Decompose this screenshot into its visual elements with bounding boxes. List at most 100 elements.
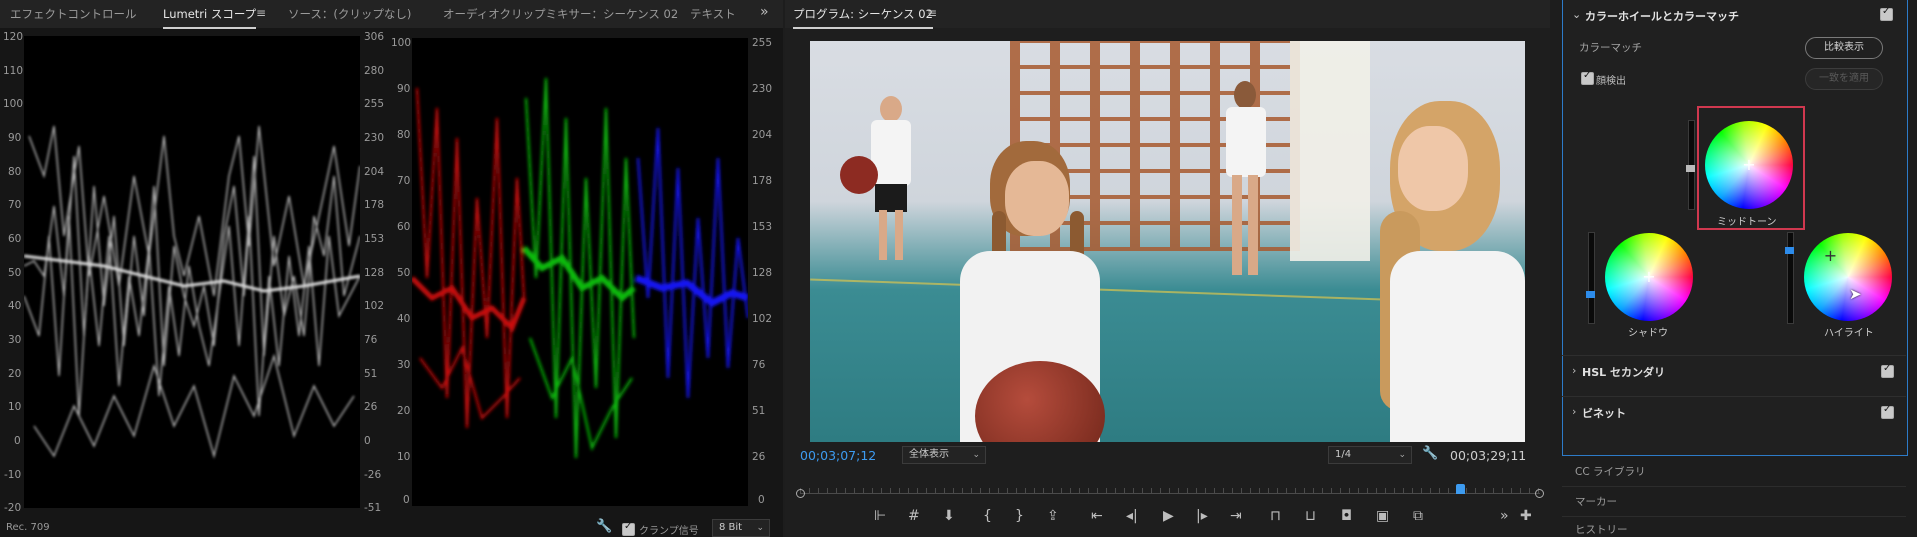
wheel-center-crosshair[interactable]: + bbox=[1824, 246, 1837, 265]
axis-tick: 60 bbox=[397, 221, 411, 233]
scope-settings-wrench-icon[interactable]: 🔧 bbox=[596, 519, 612, 534]
shadow-luma-slider[interactable] bbox=[1586, 232, 1595, 324]
apply-match-button[interactable]: 一致を適用 bbox=[1805, 68, 1883, 90]
panel-menu-icon[interactable]: ≡ bbox=[256, 6, 266, 20]
midtone-luma-slider[interactable] bbox=[1686, 120, 1695, 210]
axis-tick: 26 bbox=[752, 451, 766, 463]
tab-text[interactable]: テキスト bbox=[690, 6, 736, 22]
play-icon[interactable]: ▶ bbox=[1163, 508, 1174, 524]
axis-tick: 120 bbox=[3, 31, 24, 43]
section-label: ビネット bbox=[1582, 407, 1626, 420]
panel-menu-icon[interactable]: ≡ bbox=[927, 6, 937, 20]
axis-tick: 20 bbox=[8, 368, 22, 380]
axis-tick: 40 bbox=[397, 313, 411, 325]
toggle-proxies-icon[interactable]: ⧉ bbox=[1413, 508, 1423, 524]
more-controls-icon[interactable]: » bbox=[1500, 508, 1509, 524]
settings-wrench-icon[interactable]: 🔧 bbox=[1422, 446, 1438, 461]
shadow-color-wheel[interactable]: + bbox=[1605, 233, 1693, 321]
camera-icon[interactable]: ◘ bbox=[1341, 508, 1352, 524]
axis-tick: -10 bbox=[4, 469, 22, 481]
axis-tick: 255 bbox=[752, 37, 773, 49]
compare-view-button[interactable]: 比較表示 bbox=[1805, 37, 1883, 59]
color-match-label: カラーマッチ bbox=[1579, 42, 1642, 54]
step-back-icon[interactable]: ◂| bbox=[1126, 508, 1138, 524]
axis-tick: 100 bbox=[3, 98, 24, 110]
slider-thumb[interactable] bbox=[1586, 291, 1595, 298]
slider-thumb[interactable] bbox=[1785, 247, 1794, 254]
tab-program[interactable]: プログラム: シーケンス 02 bbox=[793, 6, 933, 29]
lower-panel-markers[interactable]: マーカー bbox=[1562, 488, 1906, 517]
add-marker-range-icon[interactable]: ⊩ bbox=[874, 508, 886, 524]
axis-tick: 40 bbox=[8, 300, 22, 312]
tab-effect-controls[interactable]: エフェクトコントロール bbox=[10, 6, 137, 22]
axis-tick: 178 bbox=[364, 199, 385, 211]
axis-tick: 50 bbox=[397, 267, 411, 279]
axis-tick: 50 bbox=[8, 267, 22, 279]
axis-tick: 70 bbox=[8, 199, 22, 211]
lift-icon[interactable]: ⊓ bbox=[1270, 508, 1281, 524]
export-frame-out-icon[interactable]: ⇪ bbox=[1047, 508, 1059, 524]
current-timecode[interactable]: 00;03;07;12 bbox=[800, 448, 876, 463]
highlight-luma-slider[interactable] bbox=[1785, 232, 1794, 324]
playhead[interactable] bbox=[1456, 484, 1466, 494]
section-enable-checkbox[interactable] bbox=[1880, 6, 1893, 21]
lower-panel-history[interactable]: ヒストリー bbox=[1562, 518, 1906, 537]
clamp-signal-checkbox[interactable] bbox=[622, 521, 635, 536]
scrub-start-handle[interactable] bbox=[796, 489, 805, 498]
zoom-fit-dropdown[interactable]: 全体表示 ⌄ bbox=[902, 446, 986, 464]
axis-tick: 102 bbox=[364, 300, 385, 312]
go-to-out-icon[interactable]: ⇥ bbox=[1230, 508, 1242, 524]
section-enable-checkbox[interactable] bbox=[1881, 363, 1894, 378]
highlight-color-wheel[interactable]: + bbox=[1804, 233, 1892, 321]
tab-lumetri-scopes[interactable]: Lumetri スコープ bbox=[163, 6, 257, 29]
slider-thumb[interactable] bbox=[1686, 165, 1695, 172]
scrub-end-handle[interactable] bbox=[1535, 489, 1544, 498]
axis-tick: 20 bbox=[397, 405, 411, 417]
face-detect-checkbox[interactable] bbox=[1581, 70, 1594, 85]
panel-label: マーカー bbox=[1575, 496, 1617, 508]
section-enable-checkbox[interactable] bbox=[1881, 404, 1894, 419]
background-child-right bbox=[1220, 81, 1270, 281]
program-video-frame[interactable] bbox=[810, 41, 1525, 442]
axis-tick: 102 bbox=[752, 313, 773, 325]
axis-tick: 10 bbox=[397, 451, 411, 463]
resolution-dropdown[interactable]: 1/4 ⌄ bbox=[1328, 446, 1412, 464]
lower-panel-cc-libraries[interactable]: CC ライブラリ bbox=[1562, 458, 1906, 487]
bit-depth-dropdown[interactable]: 8 Bit ⌄ bbox=[712, 519, 770, 537]
comparison-view-icon[interactable]: ▣ bbox=[1376, 508, 1389, 524]
extract-icon[interactable]: ⊔ bbox=[1305, 508, 1316, 524]
axis-tick: 76 bbox=[364, 334, 378, 346]
resolution-value: 1/4 bbox=[1335, 449, 1352, 460]
zoom-fit-value: 全体表示 bbox=[909, 449, 949, 460]
chevron-down-icon: ⌄ bbox=[756, 523, 764, 533]
section-hsl-secondary[interactable]: › HSL セカンダリ bbox=[1562, 355, 1906, 388]
mark-in-icon[interactable]: { bbox=[983, 508, 992, 524]
axis-tick: 90 bbox=[397, 83, 411, 95]
axis-tick: 204 bbox=[752, 129, 773, 141]
go-to-in-icon[interactable]: ⇤ bbox=[1091, 508, 1103, 524]
safe-margins-icon[interactable]: # bbox=[908, 508, 920, 524]
axis-tick: 230 bbox=[752, 83, 773, 95]
section-vignette[interactable]: › ビネット bbox=[1562, 396, 1906, 429]
tab-audio-clip-mixer[interactable]: オーディオクリップミキサー：シーケンス 02 bbox=[443, 6, 678, 22]
step-forward-icon[interactable]: |▸ bbox=[1196, 508, 1208, 524]
more-tabs-icon[interactable]: » bbox=[760, 4, 769, 20]
midtone-color-wheel[interactable]: + bbox=[1705, 121, 1793, 209]
axis-tick: 30 bbox=[8, 334, 22, 346]
color-space-label: Rec. 709 bbox=[6, 522, 50, 533]
shadow-label: シャドウ bbox=[1628, 328, 1668, 339]
button-editor-plus-icon[interactable]: ✚ bbox=[1520, 508, 1532, 524]
lumetri-scopes-panel: エフェクトコントロール Lumetri スコープ ≡ ソース：(クリップなし) … bbox=[0, 0, 783, 537]
section-title[interactable]: カラーホイールとカラーマッチ bbox=[1585, 8, 1739, 24]
add-marker-icon[interactable]: ⬇ bbox=[943, 508, 955, 524]
tab-source[interactable]: ソース：(クリップなし) bbox=[288, 6, 411, 22]
mark-out-icon[interactable]: } bbox=[1015, 508, 1024, 524]
axis-tick: 280 bbox=[364, 65, 385, 77]
axis-tick: 80 bbox=[8, 166, 22, 178]
chevron-down-icon[interactable]: ⌄ bbox=[1572, 8, 1581, 21]
scrub-bar[interactable] bbox=[796, 484, 1544, 500]
wheel-center-crosshair[interactable]: + bbox=[1742, 155, 1755, 174]
axis-tick: -26 bbox=[364, 469, 382, 481]
axis-tick: 128 bbox=[364, 267, 385, 279]
wheel-center-crosshair[interactable]: + bbox=[1642, 267, 1655, 286]
